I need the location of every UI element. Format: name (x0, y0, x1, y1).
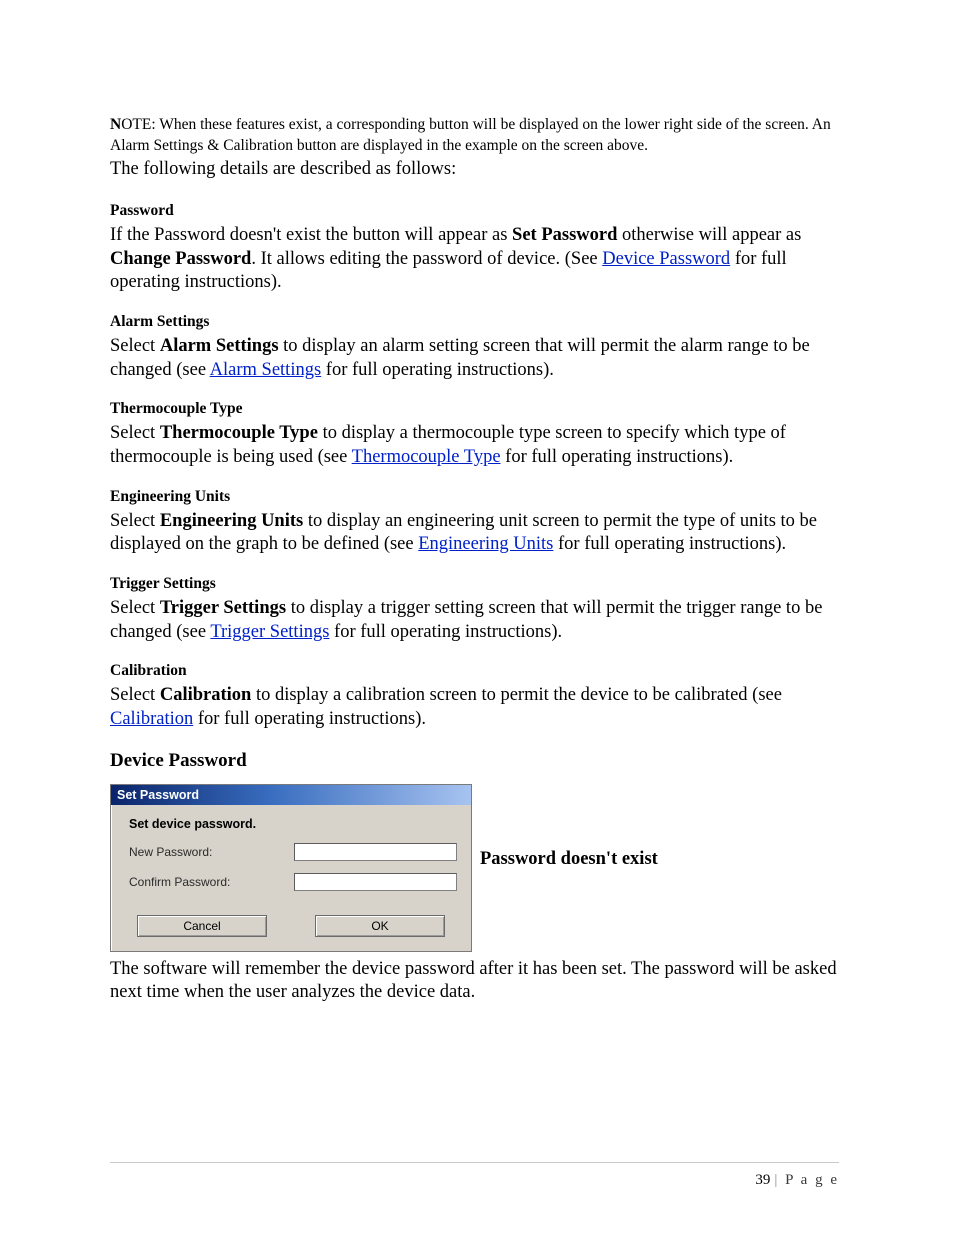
note-leading-bold: N (110, 116, 121, 133)
section-password: Password If the Password doesn't exist t… (110, 202, 839, 295)
text: Select (110, 598, 160, 618)
input-confirm-password[interactable] (294, 873, 457, 891)
bold-text: Trigger Settings (160, 598, 286, 618)
dialog-side-text: Password doesn't exist (480, 849, 658, 952)
text: for full operating instructions). (553, 534, 786, 554)
dialog-button-row: Cancel OK (111, 909, 471, 951)
text: . It allows editing the password of devi… (251, 249, 602, 269)
dialog-titlebar: Set Password (111, 785, 471, 805)
set-password-dialog: Set Password Set device password. New Pa… (110, 784, 472, 952)
link-alarm-settings[interactable]: Alarm Settings (210, 360, 322, 380)
field-confirm-password: Confirm Password: (129, 873, 457, 891)
footer-separator: | (774, 1172, 777, 1188)
section-body: Select Alarm Settings to display an alar… (110, 335, 839, 382)
text: Select (110, 336, 160, 356)
bold-text: Calibration (160, 685, 251, 705)
bold-text: Alarm Settings (160, 336, 279, 356)
section-title: Thermocouple Type (110, 400, 839, 418)
section-body: Select Trigger Settings to display a tri… (110, 597, 839, 644)
text: Select (110, 423, 160, 443)
field-new-password: New Password: (129, 843, 457, 861)
text: for full operating instructions). (321, 360, 554, 380)
section-title: Trigger Settings (110, 575, 839, 593)
text: to display a calibration screen to permi… (251, 685, 782, 705)
section-alarm-settings: Alarm Settings Select Alarm Settings to … (110, 313, 839, 382)
section-engineering-units: Engineering Units Select Engineering Uni… (110, 488, 839, 557)
section-title: Password (110, 202, 839, 220)
document-page: NOTE: When these features exist, a corre… (0, 0, 954, 1235)
link-thermocouple-type[interactable]: Thermocouple Type (352, 447, 501, 467)
note-text: OTE: When these features exist, a corres… (110, 116, 831, 154)
section-title: Engineering Units (110, 488, 839, 506)
input-new-password[interactable] (294, 843, 457, 861)
section-title: Calibration (110, 662, 839, 680)
bold-text: Set Password (512, 225, 617, 245)
section-trigger-settings: Trigger Settings Select Trigger Settings… (110, 575, 839, 644)
section-body: Select Thermocouple Type to display a th… (110, 422, 839, 469)
footer-word: P a g e (785, 1172, 839, 1188)
dialog-body: Set device password. New Password: Confi… (111, 805, 471, 909)
follow-line: The following details are described as f… (110, 159, 839, 180)
link-device-password[interactable]: Device Password (602, 249, 730, 269)
label-new-password: New Password: (129, 845, 294, 859)
link-trigger-settings[interactable]: Trigger Settings (210, 622, 329, 642)
link-engineering-units[interactable]: Engineering Units (418, 534, 553, 554)
text: Select (110, 685, 160, 705)
section-title: Alarm Settings (110, 313, 839, 331)
section-body: Select Engineering Units to display an e… (110, 510, 839, 557)
footer-page-number: 39 (755, 1172, 770, 1188)
section-thermocouple-type: Thermocouple Type Select Thermocouple Ty… (110, 400, 839, 469)
text: for full operating instructions). (501, 447, 734, 467)
text: If the Password doesn't exist the button… (110, 225, 512, 245)
cancel-button[interactable]: Cancel (137, 915, 267, 937)
note-line: NOTE: When these features exist, a corre… (110, 115, 839, 157)
section-calibration: Calibration Select Calibration to displa… (110, 662, 839, 731)
bold-text: Change Password (110, 249, 251, 269)
section-body: Select Calibration to display a calibrat… (110, 684, 839, 731)
text: for full operating instructions). (193, 709, 426, 729)
text: for full operating instructions). (329, 622, 562, 642)
ok-button[interactable]: OK (315, 915, 445, 937)
footer-text: 39| P a g e (755, 1172, 839, 1189)
footer-rule (110, 1162, 839, 1163)
dialog-row: Set Password Set device password. New Pa… (110, 784, 839, 952)
after-dialog-text: The software will remember the device pa… (110, 958, 839, 1005)
section-body: If the Password doesn't exist the button… (110, 224, 839, 295)
dialog-caption: Set device password. (129, 817, 457, 831)
bold-text: Engineering Units (160, 511, 303, 531)
text: Select (110, 511, 160, 531)
label-confirm-password: Confirm Password: (129, 875, 294, 889)
heading-device-password: Device Password (110, 750, 839, 772)
text: otherwise will appear as (617, 225, 801, 245)
bold-text: Thermocouple Type (160, 423, 318, 443)
link-calibration[interactable]: Calibration (110, 709, 193, 729)
